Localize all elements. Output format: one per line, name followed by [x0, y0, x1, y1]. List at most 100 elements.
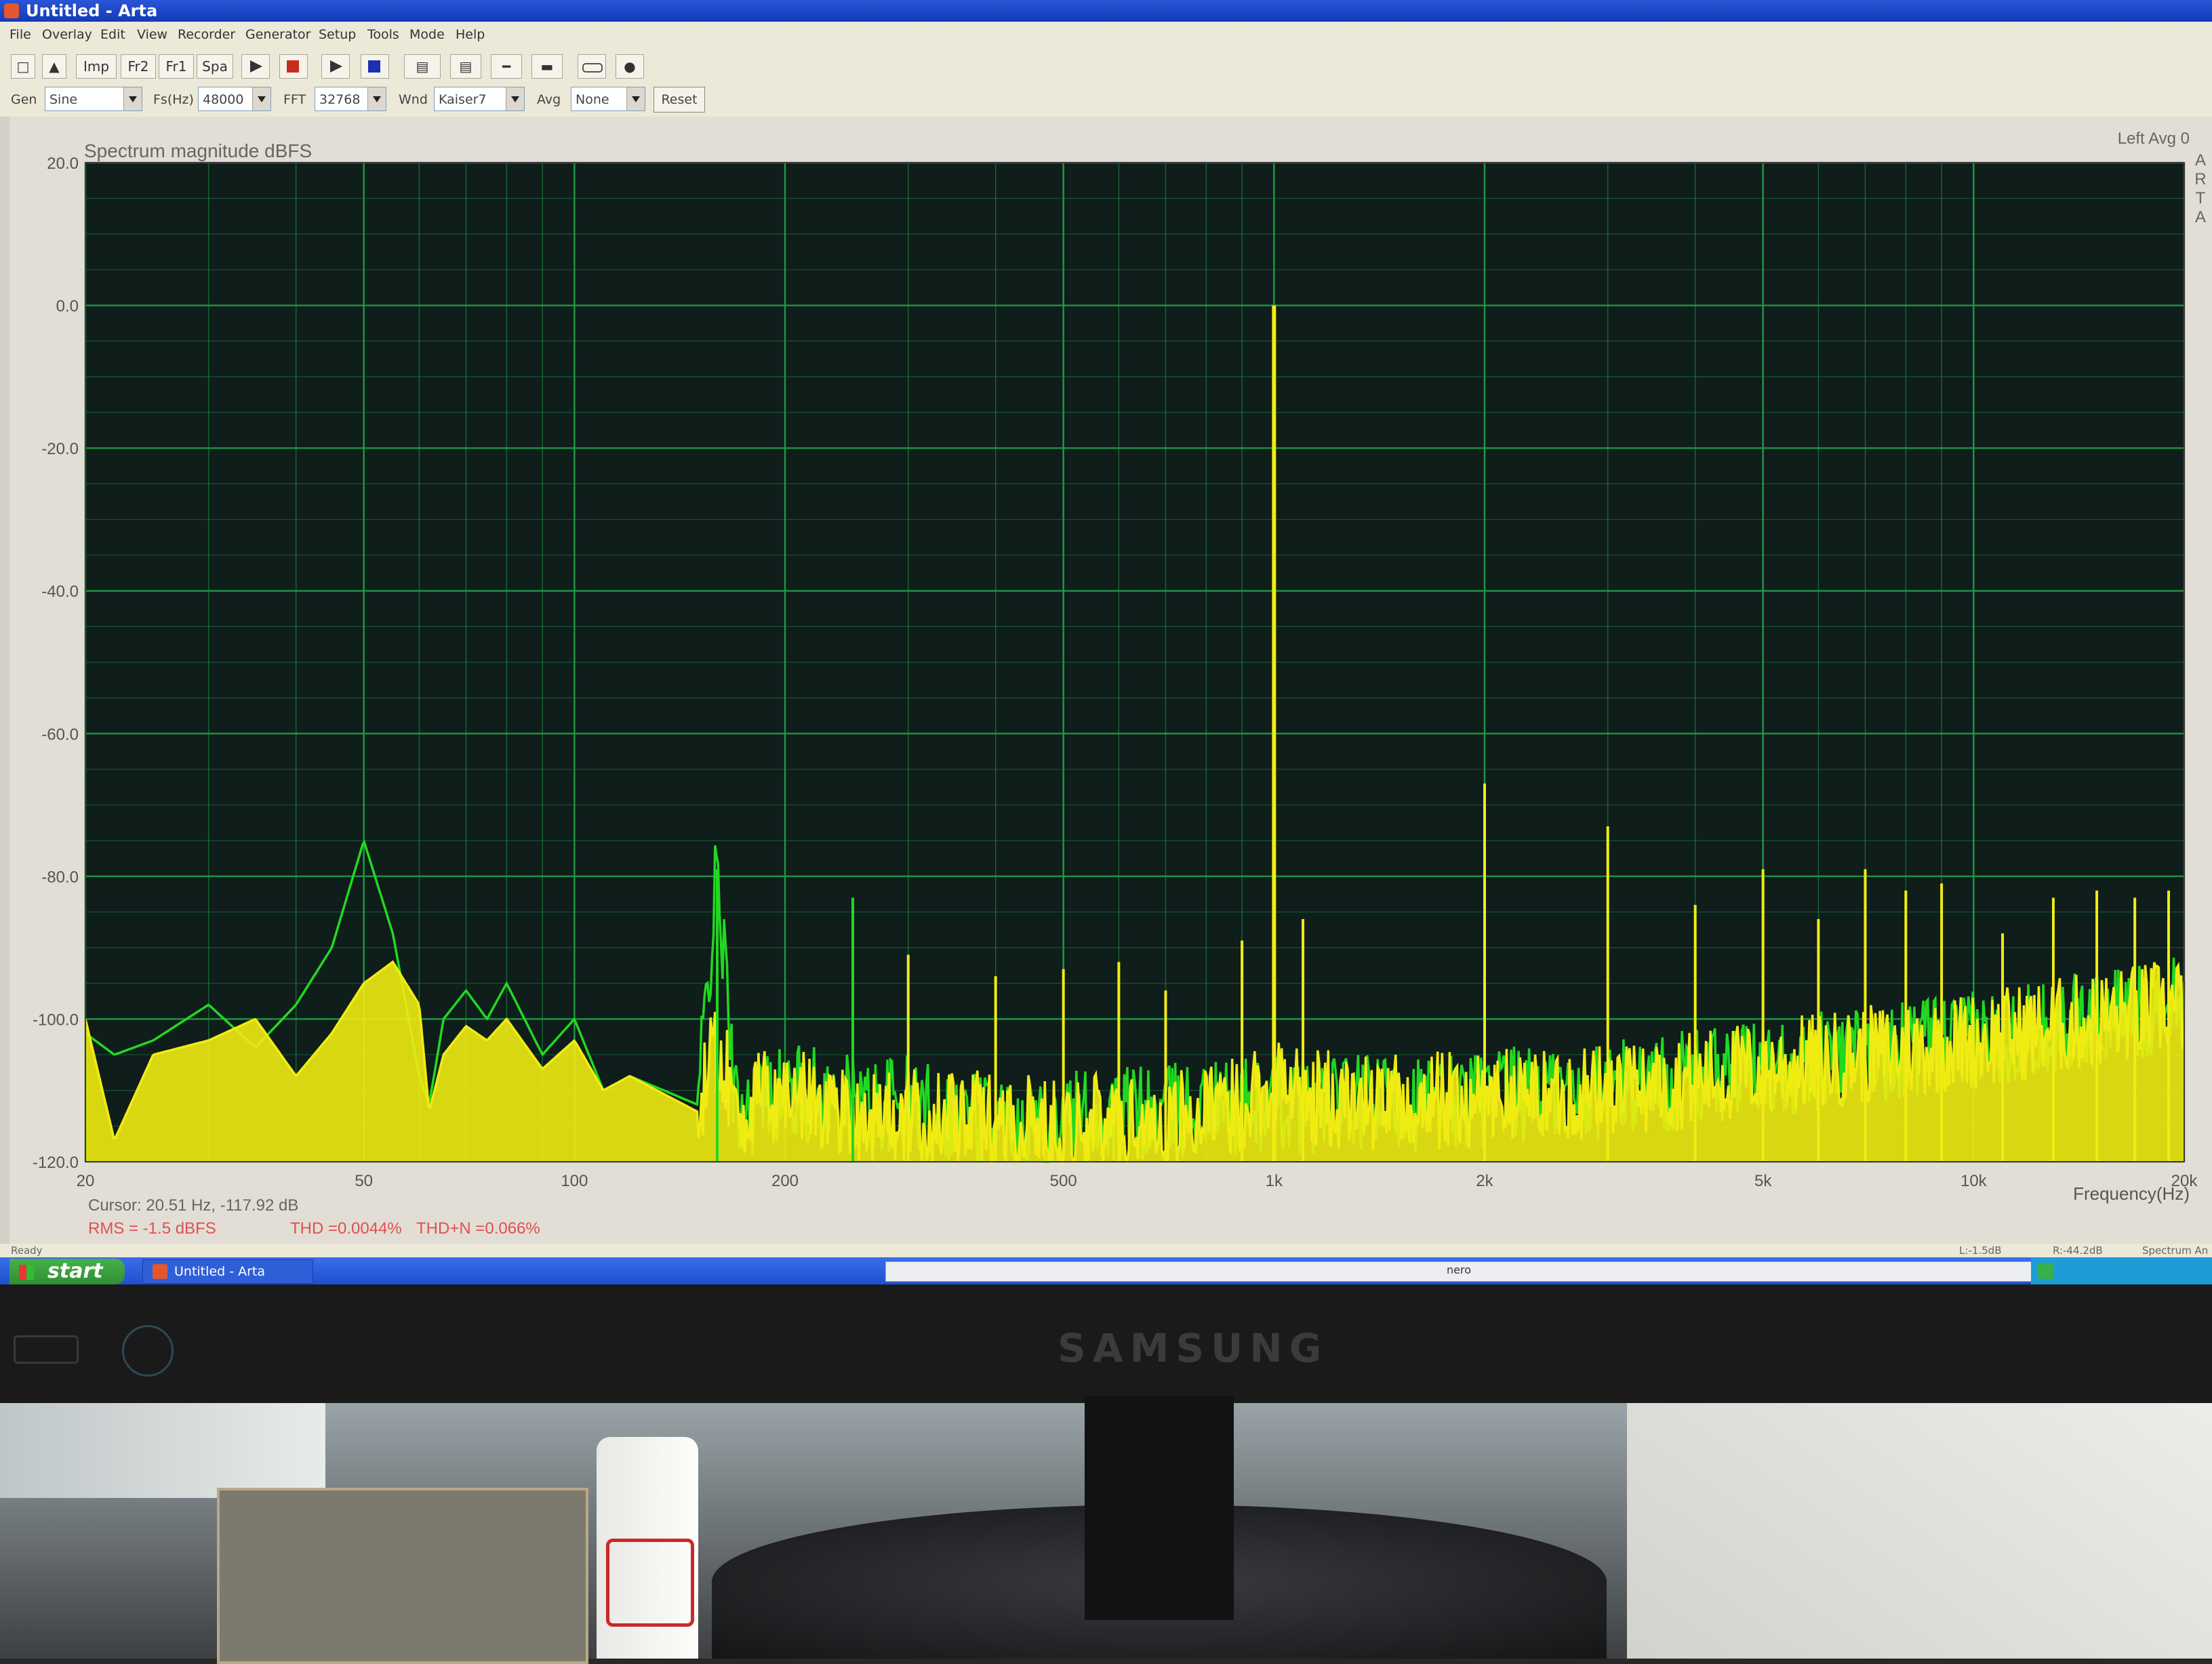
arta-app-icon — [153, 1264, 167, 1279]
fft-size-select[interactable]: 32768 — [315, 87, 386, 111]
generator-value: Sine — [49, 92, 78, 107]
system-tray — [2031, 1257, 2212, 1284]
y-tick-label: 0.0 — [56, 298, 79, 316]
side-letter: A — [2195, 208, 2206, 226]
y-tick-label: -80.0 — [41, 868, 79, 887]
gen-label: Gen — [11, 92, 37, 107]
imp-mode-button[interactable]: Imp — [76, 54, 117, 79]
spectrum-chart[interactable]: 20.00.0-20.0-40.0-60.0-80.0-100.0-120.02… — [9, 117, 2212, 1249]
x-tick-label: 50 — [355, 1172, 373, 1190]
start-button[interactable]: start — [9, 1259, 125, 1284]
probe-button[interactable]: ━ — [491, 54, 522, 79]
menu-tools[interactable]: Tools — [367, 27, 399, 42]
monitor-stand-neck — [1085, 1396, 1234, 1620]
open-file-button[interactable]: ▲ — [42, 54, 66, 79]
new-file-button[interactable]: □ — [11, 54, 35, 79]
generator-stop-button[interactable] — [361, 54, 389, 79]
menu-generator[interactable]: Generator — [245, 27, 310, 42]
tray-arrow-icon[interactable] — [2038, 1263, 2054, 1279]
right-level-indicator: R:-44.2dB — [2053, 1244, 2103, 1257]
sample-rate-value: 48000 — [203, 92, 244, 107]
x-tick-label: 5k — [1754, 1172, 1772, 1190]
arta-app-icon — [4, 3, 19, 18]
channel-avg-label: Left Avg 0 — [2118, 129, 2190, 148]
meter-button[interactable]: ▬ — [531, 54, 563, 79]
nero-search-logo: nero — [1447, 1263, 1471, 1276]
chevron-down-icon — [252, 87, 270, 110]
thd-readout: THD =0.0044% — [290, 1219, 402, 1238]
status-bar: Ready L:-1.5dB R:-44.2dB Spectrum An — [0, 1244, 2212, 1257]
window-title-bar: Untitled - Arta — [0, 0, 2212, 22]
x-tick-label: 20 — [77, 1172, 95, 1190]
left-level-indicator: L:-1.5dB — [1959, 1244, 2002, 1257]
avg-label: Avg — [537, 92, 561, 107]
generator-play-button[interactable] — [321, 54, 350, 79]
menu-bar: File Overlay Edit View Recorder Generato… — [0, 22, 2212, 49]
menu-help[interactable]: Help — [456, 27, 485, 42]
record-play-button[interactable] — [241, 54, 270, 79]
menu-overlay[interactable]: Overlay — [42, 27, 92, 42]
y-tick-label: -20.0 — [41, 440, 79, 458]
windows-logo-icon — [19, 1265, 34, 1280]
cursor-readout: Cursor: 20.51 Hz, -117.92 dB — [88, 1196, 298, 1215]
menu-file[interactable]: File — [9, 27, 31, 42]
reset-button[interactable]: Reset — [653, 87, 705, 113]
averaging-value: None — [576, 92, 609, 107]
taskbar-item-arta[interactable]: Untitled - Arta — [142, 1259, 313, 1284]
status-ready: Ready — [11, 1244, 43, 1257]
menu-setup[interactable]: Setup — [319, 27, 356, 42]
y-tick-label: -120.0 — [33, 1154, 79, 1172]
fr1-mode-button[interactable]: Fr1 — [159, 54, 194, 79]
rms-readout: RMS = -1.5 dBFS — [88, 1219, 216, 1238]
menu-mode[interactable]: Mode — [409, 27, 445, 42]
taskbar: start Untitled - Arta nero — [0, 1257, 2212, 1284]
spa-mode-button[interactable]: Spa — [197, 54, 233, 79]
window-value: Kaiser7 — [439, 92, 487, 107]
control-bar: Gen Sine Fs(Hz) 48000 FFT 32768 Wnd Kais… — [0, 83, 2212, 117]
fft-size-value: 32768 — [319, 92, 361, 107]
wnd-label: Wnd — [399, 92, 428, 107]
monitor-screen: Untitled - Arta File Overlay Edit View R… — [0, 0, 2212, 1284]
chevron-down-icon — [123, 87, 142, 110]
x-axis-label: Frequency(Hz) — [2073, 1183, 2190, 1204]
window-select[interactable]: Kaiser7 — [434, 87, 525, 111]
mode-indicator: Spectrum An — [2142, 1244, 2209, 1257]
chevron-down-icon — [506, 87, 524, 110]
overlay-button[interactable]: ▤ — [404, 54, 441, 79]
x-tick-label: 10k — [1960, 1172, 1988, 1190]
fft-label: FFT — [283, 92, 306, 107]
x-tick-label: 1k — [1266, 1172, 1283, 1190]
sample-rate-select[interactable]: 48000 — [198, 87, 271, 111]
y-tick-label: -40.0 — [41, 583, 79, 601]
averaging-select[interactable]: None — [571, 87, 645, 111]
window-light-right — [1627, 1403, 2212, 1659]
start-label: start — [47, 1259, 103, 1283]
side-letter: A — [2195, 151, 2206, 169]
thdn-readout: THD+N =0.066% — [416, 1219, 540, 1238]
menu-edit[interactable]: Edit — [100, 27, 125, 42]
generator-select[interactable]: Sine — [45, 87, 142, 111]
record-stop-button[interactable] — [279, 54, 308, 79]
chart-title: Spectrum magnitude dBFS — [84, 140, 312, 161]
y-tick-label: -60.0 — [41, 725, 79, 744]
component-box — [217, 1488, 588, 1664]
chevron-down-icon — [367, 87, 386, 110]
x-tick-label: 200 — [771, 1172, 799, 1190]
fs-label: Fs(Hz) — [153, 92, 194, 107]
fr2-mode-button[interactable]: Fr2 — [121, 54, 156, 79]
nero-search-toolbar[interactable]: nero — [885, 1261, 2032, 1282]
x-tick-label: 100 — [561, 1172, 588, 1190]
window-light-left — [0, 1403, 325, 1498]
waveform-button[interactable] — [578, 54, 606, 79]
energy-star-logo — [122, 1325, 174, 1377]
y-tick-label: -100.0 — [33, 1011, 79, 1029]
chevron-down-icon — [626, 87, 645, 110]
scope-button[interactable]: ▤ — [450, 54, 481, 79]
window-title: Untitled - Arta — [26, 1, 158, 20]
x-tick-label: 2k — [1476, 1172, 1493, 1190]
menu-recorder[interactable]: Recorder — [178, 27, 235, 42]
taskbar-item-label: Untitled - Arta — [174, 1264, 265, 1279]
menu-view[interactable]: View — [137, 27, 167, 42]
monitor-brand: SAMSUNG — [1058, 1325, 1329, 1371]
settings-button[interactable]: ● — [616, 54, 644, 79]
